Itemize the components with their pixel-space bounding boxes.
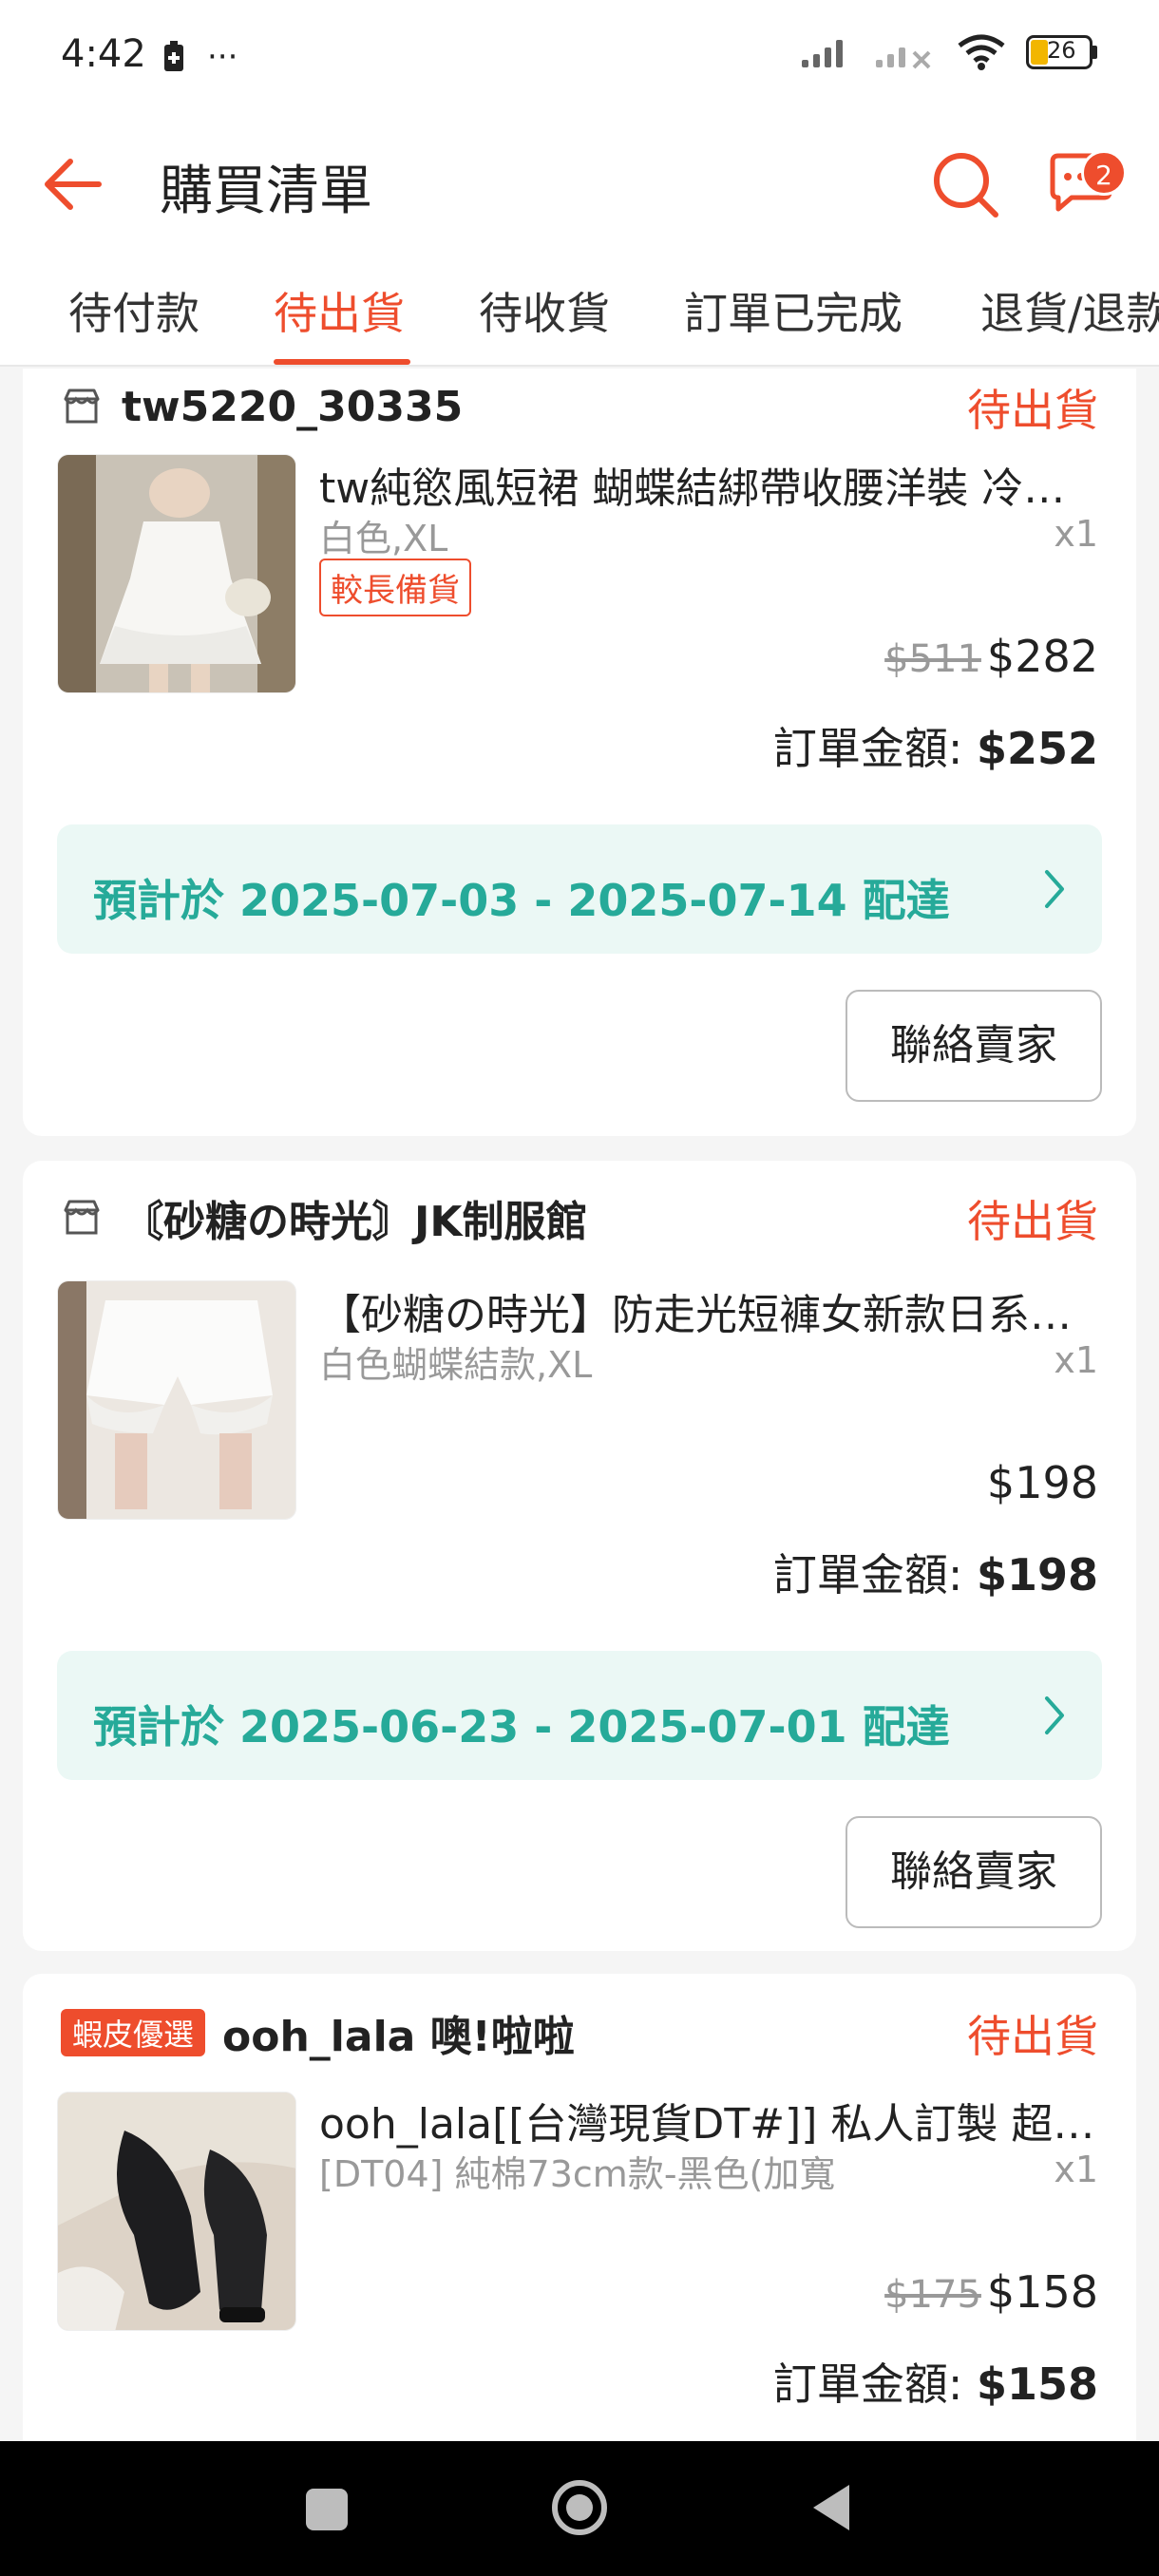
longer-preparation-badge: 較長備貨 (319, 559, 471, 616)
shop-name: ooh_lala 噢!啦啦 (222, 2013, 575, 2061)
product-quantity: x1 (1054, 513, 1098, 555)
shop-icon (64, 1200, 100, 1235)
chevron-right-icon (1045, 1696, 1064, 1734)
product-variant: 白色,XL (319, 518, 448, 559)
status-more-dots: ··· (207, 38, 238, 76)
active-tab-indicator (274, 359, 410, 365)
signal-icon (802, 40, 843, 67)
shop-name: tw5220_30335 (122, 382, 464, 431)
product-image[interactable] (57, 454, 296, 693)
shop-icon (64, 388, 100, 424)
sale-price: $282 (986, 631, 1098, 682)
contact-seller-button[interactable]: 聯絡賣家 (846, 990, 1102, 1102)
delivery-estimate-text: 預計於 2025-07-03 - 2025-07-14 配達 (93, 875, 950, 926)
delivery-estimate[interactable]: 預計於 2025-07-03 - 2025-07-14 配達 (57, 824, 1102, 954)
order-list: tw5220_30335 待出貨 tw純慾風短裙 蝴蝶結綁帶收腰洋裝 冷淡風吊帶… (0, 369, 1159, 2441)
chat-button[interactable]: 2 (1036, 137, 1130, 232)
back-button[interactable] (34, 146, 110, 222)
sale-price: $198 (986, 1457, 1098, 1508)
app-root: 4:42 ··· 26 購買清單 2 待付款 待出貨 待收貨 訂單已完成 退貨/… (0, 0, 1159, 2576)
battery-level: 26 (1047, 37, 1076, 64)
product-variant: 白色蝴蝶結款,XL (319, 1344, 593, 1386)
order-total-value: $198 (976, 1549, 1098, 1601)
product-image[interactable] (57, 1280, 296, 1520)
tab-to-receive[interactable]: 待收貨 (479, 279, 610, 342)
order-card[interactable]: 蝦皮優選 ooh_lala 噢!啦啦 待出貨 ooh_lala[[台灣現貨DT#… (23, 1974, 1136, 2441)
original-price: $175 (884, 2273, 981, 2317)
system-nav-bar (0, 2441, 1159, 2576)
wifi-icon (958, 34, 1005, 70)
order-tabs: 待付款 待出貨 待收貨 訂單已完成 退貨/退款 (0, 253, 1159, 367)
delivery-estimate[interactable]: 預計於 2025-06-23 - 2025-07-01 配達 (57, 1651, 1102, 1780)
product-name[interactable]: tw純慾風短裙 蝴蝶結綁帶收腰洋裝 冷淡風吊帶連衣裙 (319, 454, 1098, 515)
status-bar: 4:42 ··· 26 (0, 0, 1159, 112)
preferred-seller-tag: 蝦皮優選 (61, 2009, 206, 2056)
shop-row[interactable]: 〘砂糖の時光〙JK制服館 (61, 1184, 1098, 1252)
price-row: $175 $158 (884, 2266, 1098, 2318)
order-total-label: 訂單金額: (772, 2358, 977, 2410)
chat-badge: 2 (1081, 150, 1127, 196)
product-image[interactable] (57, 2092, 296, 2331)
shop-row[interactable]: tw5220_30335 (61, 372, 1098, 441)
status-right-icons: 26 (800, 34, 1098, 70)
order-status: 待出貨 (967, 1196, 1098, 1247)
delivery-estimate-text: 預計於 2025-06-23 - 2025-07-01 配達 (93, 1701, 950, 1752)
home-button[interactable] (549, 2477, 610, 2538)
product-name[interactable]: 【砂糖の時光】防走光短褲女新款日系燈籠褲 (319, 1280, 1098, 1341)
battery-icon: 26 (1026, 35, 1098, 69)
product-quantity: x1 (1054, 2149, 1098, 2190)
order-total-label: 訂單金額: (772, 723, 977, 774)
shop-row[interactable]: 蝦皮優選 ooh_lala 噢!啦啦 (61, 1998, 1098, 2067)
shop-name: 〘砂糖の時光〙JK制服館 (122, 1198, 588, 1246)
product-photo-dress (58, 455, 295, 692)
tab-to-ship[interactable]: 待出貨 (274, 279, 405, 342)
signal-off-icon (876, 47, 931, 69)
product-quantity: x1 (1054, 1339, 1098, 1381)
order-card[interactable]: tw5220_30335 待出貨 tw純慾風短裙 蝴蝶結綁帶收腰洋裝 冷淡風吊帶… (23, 369, 1136, 1136)
product-variant: [DT04] 純棉73cm款-黑色(加寬 (319, 2153, 836, 2195)
page-title: 購買清單 (160, 161, 372, 222)
contact-seller-button[interactable]: 聯絡賣家 (846, 1816, 1102, 1928)
product-name[interactable]: ooh_lala[[台灣現貨DT#]] 私人訂製 超彈力加厚褲襪 (319, 2090, 1098, 2150)
order-status: 待出貨 (967, 2011, 1098, 2062)
product-photo-tights (58, 2093, 295, 2330)
price-row: $198 (987, 1457, 1098, 1508)
tab-to-pay[interactable]: 待付款 (68, 279, 200, 342)
original-price: $511 (884, 637, 981, 681)
order-status: 待出貨 (967, 385, 1098, 436)
tab-completed[interactable]: 訂單已完成 (684, 279, 902, 342)
search-icon (934, 153, 998, 218)
order-total: 訂單金額: $158 (773, 2350, 1098, 2413)
order-total-label: 訂單金額: (772, 1549, 977, 1601)
order-total: 訂單金額: $198 (773, 1541, 1098, 1603)
product-photo-bloomers (58, 1281, 295, 1519)
recent-apps-button[interactable] (306, 2489, 348, 2530)
header: 購買清單 2 (0, 112, 1159, 253)
battery-saver-icon (164, 41, 183, 71)
back-nav-button[interactable] (808, 2481, 853, 2534)
order-total: 訂單金額: $252 (773, 714, 1098, 777)
tab-return-refund[interactable]: 退貨/退款 (980, 279, 1159, 342)
order-card[interactable]: 〘砂糖の時光〙JK制服館 待出貨 【砂糖の時光】防走光短褲女新款日系燈籠褲 白色… (23, 1161, 1136, 1951)
order-total-value: $252 (976, 723, 1098, 774)
status-time: 4:42 (61, 32, 146, 76)
search-button[interactable] (923, 142, 1007, 226)
order-total-value: $158 (976, 2358, 1098, 2410)
price-row: $511 $282 (884, 631, 1098, 682)
sale-price: $158 (986, 2266, 1098, 2318)
chevron-right-icon (1045, 870, 1064, 908)
arrow-left-icon (45, 159, 102, 210)
status-left-icons: ··· (162, 38, 238, 76)
